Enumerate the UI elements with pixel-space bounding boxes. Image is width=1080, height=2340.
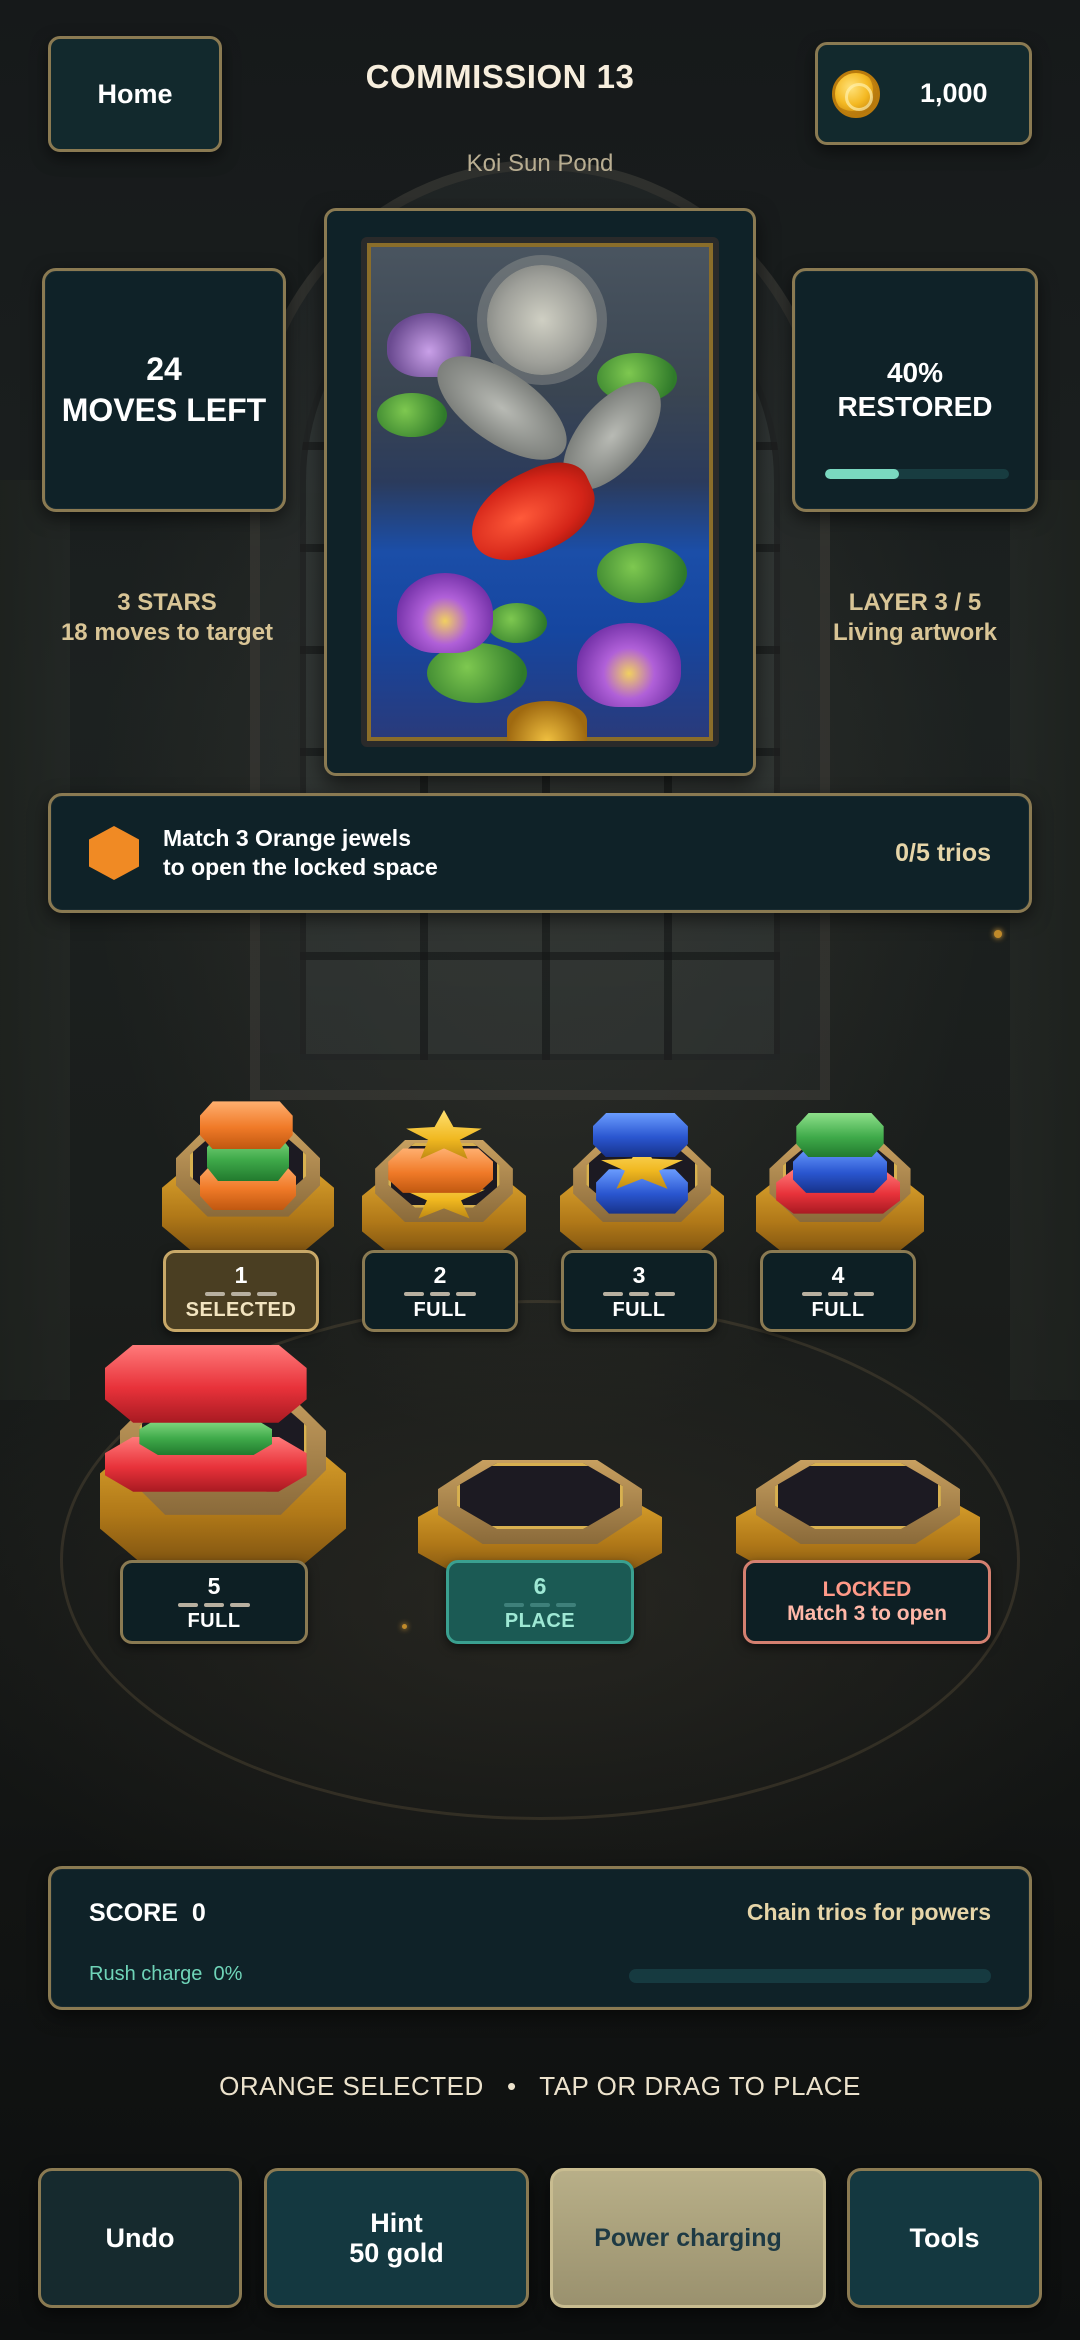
goal-banner: Match 3 Orange jewels to open the locked…: [48, 793, 1032, 913]
score-label: SCORE: [89, 1899, 178, 1927]
pedestal-5[interactable]: [100, 1340, 346, 1570]
restore-progress-bar: [825, 469, 1009, 479]
score: SCORE 0: [89, 1899, 206, 1928]
restored-label: RESTORED: [837, 391, 993, 422]
star-target: 3 STARS 18 moves to target: [42, 588, 292, 648]
moves-left-panel: 24 MOVES LEFT: [42, 268, 286, 512]
home-button[interactable]: Home: [48, 36, 222, 152]
rush-charge-value: 0%: [213, 1963, 243, 1985]
hint-label: Hint: [370, 2208, 423, 2238]
goal-text: Match 3 Orange jewels to open the locked…: [163, 824, 895, 882]
score-value: 0: [191, 1899, 206, 1927]
rush-charge-label: Rush charge: [89, 1963, 203, 1985]
pedestal-3-label[interactable]: 3 FULL: [561, 1250, 717, 1332]
pedestal-2[interactable]: [362, 1110, 526, 1258]
rush-charge: Rush charge 0%: [89, 1963, 242, 1986]
pedestal-4[interactable]: [756, 1110, 924, 1258]
restored-panel: 40% RESTORED: [792, 268, 1038, 512]
tools-button[interactable]: Tools: [847, 2168, 1042, 2308]
pedestal-1-label[interactable]: 1 SELECTED: [163, 1250, 319, 1332]
pedestal-6[interactable]: [418, 1430, 662, 1580]
restore-progress-fill: [825, 469, 899, 479]
artwork-title: Koi Sun Pond: [466, 150, 614, 177]
score-hint: Chain trios for powers: [746, 1899, 991, 1925]
pedestal-4-label[interactable]: 4 FULL: [760, 1250, 916, 1332]
pedestal-1[interactable]: [162, 1095, 334, 1255]
rush-charge-bar: [629, 1969, 991, 1983]
artwork-frame: [324, 208, 756, 776]
instruction-separator: •: [506, 2071, 517, 2101]
pedestal-6-place-target[interactable]: 6 PLACE: [446, 1560, 634, 1644]
hint-button[interactable]: Hint 50 gold: [264, 2168, 529, 2308]
pedestal-locked: [736, 1430, 980, 1580]
star-target-detail: 18 moves to target: [60, 619, 274, 646]
goal-line-2: to open the locked space: [163, 854, 438, 880]
page-title: COMMISSION 13: [365, 58, 635, 95]
instruction-action: TAP OR DRAG TO PLACE: [539, 2071, 861, 2101]
layer-description: Living artwork: [832, 619, 998, 646]
star-target-title: 3 STARS: [117, 589, 217, 616]
layer-count: LAYER 3 / 5: [848, 589, 982, 616]
restored-percent: 40%: [886, 357, 944, 388]
score-panel: SCORE 0 Chain trios for powers Rush char…: [48, 1866, 1032, 2010]
pedestal-5-label[interactable]: 5 FULL: [120, 1560, 308, 1644]
hint-cost: 50 gold: [349, 2238, 444, 2268]
stained-glass-koi-artwork: [361, 237, 719, 747]
orange-hexagon-icon: [89, 826, 139, 880]
instruction-text: ORANGE SELECTED • TAP OR DRAG TO PLACE: [40, 2071, 1040, 2102]
locked-slot-label: LOCKED Match 3 to open: [743, 1560, 991, 1644]
pedestal-3[interactable]: [560, 1110, 724, 1258]
pedestal-2-label[interactable]: 2 FULL: [362, 1250, 518, 1332]
moves-label: MOVES LEFT: [61, 392, 267, 428]
undo-button[interactable]: Undo: [38, 2168, 242, 2308]
sparkle: [994, 930, 1002, 938]
coin-amount: 1,000: [920, 78, 988, 108]
instruction-selected: ORANGE SELECTED: [219, 2071, 484, 2101]
goal-progress: 0/5 trios: [895, 838, 991, 867]
goal-line-1: Match 3 Orange jewels: [163, 825, 411, 851]
layer-info: LAYER 3 / 5 Living artwork: [790, 588, 1040, 648]
gold-coin-icon: [832, 69, 880, 118]
coin-balance[interactable]: 1,000: [815, 42, 1032, 145]
moves-count: 24: [146, 351, 182, 387]
power-button[interactable]: Power charging: [550, 2168, 826, 2308]
sparkle: [402, 1624, 407, 1629]
